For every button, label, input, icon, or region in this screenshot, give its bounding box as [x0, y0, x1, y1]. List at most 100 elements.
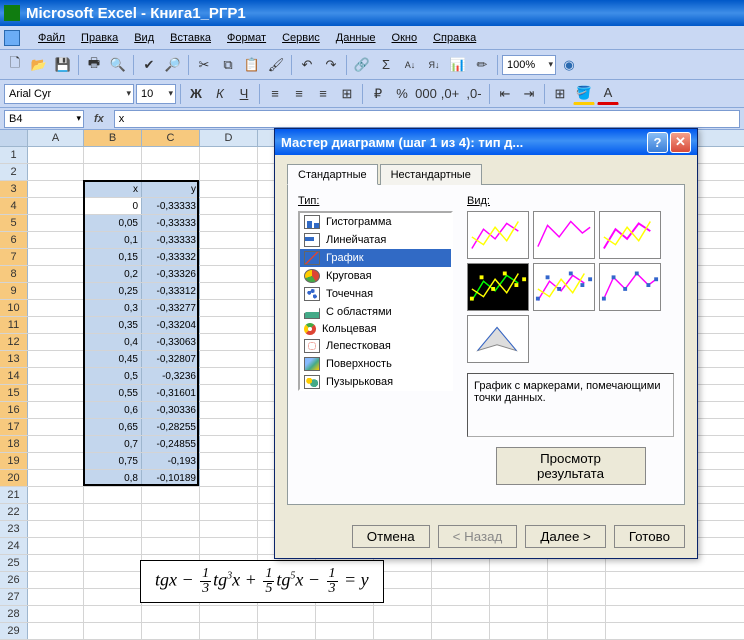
- cell[interactable]: [432, 606, 490, 622]
- cell[interactable]: [84, 606, 142, 622]
- cell[interactable]: [28, 181, 84, 197]
- fx-icon[interactable]: fx: [88, 113, 110, 125]
- row-header[interactable]: 2: [0, 164, 28, 180]
- help-icon[interactable]: ◉: [558, 54, 580, 76]
- font-size-combo[interactable]: 10: [136, 84, 176, 104]
- cell[interactable]: [200, 487, 258, 503]
- cell[interactable]: [200, 249, 258, 265]
- row-header[interactable]: 24: [0, 538, 28, 554]
- cell[interactable]: -0,33312: [142, 283, 200, 299]
- row-header[interactable]: 8: [0, 266, 28, 282]
- menu-insert[interactable]: Вставка: [162, 29, 219, 47]
- new-icon[interactable]: 🗋: [4, 54, 26, 76]
- cell[interactable]: [490, 623, 548, 639]
- chart-subtype-item[interactable]: [467, 315, 529, 363]
- chart-type-item[interactable]: Пузырьковая: [300, 373, 451, 391]
- cell[interactable]: [200, 453, 258, 469]
- cell[interactable]: -0,31601: [142, 385, 200, 401]
- cell[interactable]: 0,7: [84, 436, 142, 452]
- cell[interactable]: [28, 538, 84, 554]
- cell[interactable]: [200, 147, 258, 163]
- inc-decimal-icon[interactable]: ,0+: [439, 83, 461, 105]
- chart-subtype-item[interactable]: [467, 263, 529, 311]
- row-header[interactable]: 26: [0, 572, 28, 588]
- chart-type-item[interactable]: Гистограмма: [300, 213, 451, 231]
- cell[interactable]: [200, 215, 258, 231]
- next-button[interactable]: Далее >: [525, 525, 606, 548]
- cell[interactable]: [200, 470, 258, 486]
- row-header[interactable]: 13: [0, 351, 28, 367]
- cell[interactable]: -0,33333: [142, 232, 200, 248]
- cell[interactable]: [28, 232, 84, 248]
- cell[interactable]: [28, 402, 84, 418]
- cell[interactable]: [432, 589, 490, 605]
- cell[interactable]: [28, 300, 84, 316]
- font-color-icon[interactable]: A: [597, 83, 619, 105]
- cell[interactable]: [28, 334, 84, 350]
- percent-icon[interactable]: %: [391, 83, 413, 105]
- cell[interactable]: -0,33332: [142, 249, 200, 265]
- cell[interactable]: [200, 521, 258, 537]
- cell[interactable]: x: [84, 181, 142, 197]
- formula-input[interactable]: x: [114, 110, 740, 128]
- cell[interactable]: -0,33333: [142, 215, 200, 231]
- row-header[interactable]: 17: [0, 419, 28, 435]
- spell-icon[interactable]: ✔: [138, 54, 160, 76]
- preview-icon[interactable]: 🔍: [107, 54, 129, 76]
- cell[interactable]: [28, 453, 84, 469]
- cancel-button[interactable]: Отмена: [352, 525, 430, 548]
- row-header[interactable]: 23: [0, 521, 28, 537]
- chart-type-item[interactable]: Точечная: [300, 285, 451, 303]
- drawing-icon[interactable]: ✏: [471, 54, 493, 76]
- cell[interactable]: [142, 147, 200, 163]
- cell[interactable]: [432, 572, 490, 588]
- column-header[interactable]: D: [200, 130, 258, 146]
- fill-color-icon[interactable]: 🪣: [573, 83, 595, 105]
- open-icon[interactable]: 📂: [28, 54, 50, 76]
- cell[interactable]: -0,24855: [142, 436, 200, 452]
- help-button[interactable]: ?: [647, 132, 668, 153]
- cell[interactable]: [142, 504, 200, 520]
- row-header[interactable]: 12: [0, 334, 28, 350]
- cell[interactable]: [84, 538, 142, 554]
- row-header[interactable]: 20: [0, 470, 28, 486]
- borders-icon[interactable]: ⊞: [549, 83, 571, 105]
- cell[interactable]: [200, 385, 258, 401]
- autosum-icon[interactable]: Σ: [375, 54, 397, 76]
- cell[interactable]: [28, 317, 84, 333]
- chart-subtype-item[interactable]: [533, 211, 595, 259]
- cell[interactable]: y: [142, 181, 200, 197]
- cell[interactable]: [200, 368, 258, 384]
- row-header[interactable]: 21: [0, 487, 28, 503]
- row-header[interactable]: 9: [0, 283, 28, 299]
- cell[interactable]: 0,45: [84, 351, 142, 367]
- align-right-icon[interactable]: ≡: [312, 83, 334, 105]
- preview-result-button[interactable]: Просмотр результата: [496, 447, 646, 485]
- cell[interactable]: [432, 623, 490, 639]
- dialog-title-bar[interactable]: Мастер диаграмм (шаг 1 из 4): тип д... ?…: [275, 129, 697, 155]
- dec-decimal-icon[interactable]: ,0-: [463, 83, 485, 105]
- cell[interactable]: 0,3: [84, 300, 142, 316]
- cell[interactable]: [142, 606, 200, 622]
- cut-icon[interactable]: ✂: [193, 54, 215, 76]
- cell[interactable]: -0,3236: [142, 368, 200, 384]
- research-icon[interactable]: 🔎: [162, 54, 184, 76]
- cell[interactable]: [28, 215, 84, 231]
- cell[interactable]: [142, 538, 200, 554]
- cell[interactable]: [28, 419, 84, 435]
- cell[interactable]: [200, 504, 258, 520]
- chart-type-item[interactable]: Линейчатая: [300, 231, 451, 249]
- chart-type-list[interactable]: ГистограммаЛинейчатаяГрафикКруговаяТочеч…: [298, 211, 453, 391]
- column-header[interactable]: C: [142, 130, 200, 146]
- cell[interactable]: [200, 538, 258, 554]
- cell[interactable]: -0,33326: [142, 266, 200, 282]
- cell[interactable]: [142, 487, 200, 503]
- inc-indent-icon[interactable]: ⇥: [518, 83, 540, 105]
- dec-indent-icon[interactable]: ⇤: [494, 83, 516, 105]
- bold-icon[interactable]: Ж: [185, 83, 207, 105]
- italic-icon[interactable]: К: [209, 83, 231, 105]
- cell[interactable]: [84, 521, 142, 537]
- column-header[interactable]: A: [28, 130, 84, 146]
- row-header[interactable]: 18: [0, 436, 28, 452]
- cell[interactable]: [142, 623, 200, 639]
